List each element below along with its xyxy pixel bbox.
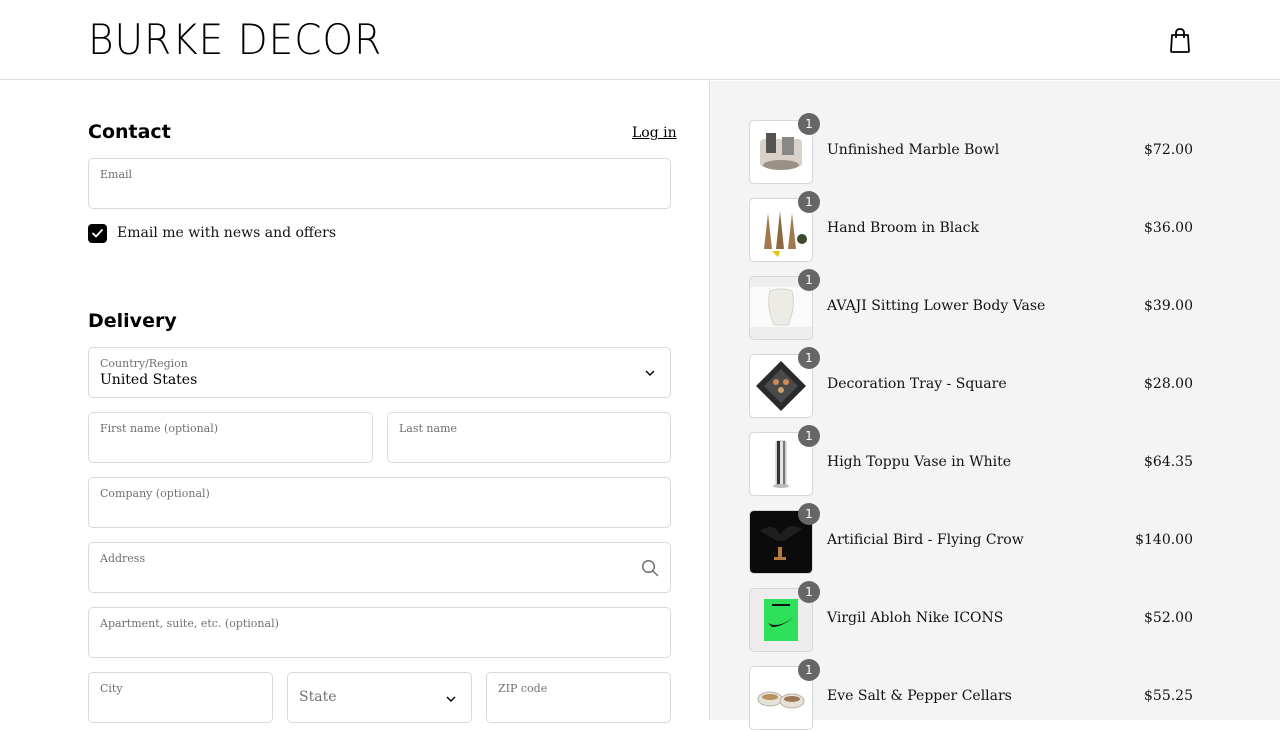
quantity-badge: 1 bbox=[798, 503, 820, 525]
item-price: $52.00 bbox=[1144, 610, 1193, 626]
item-price: $72.00 bbox=[1144, 142, 1193, 158]
list-item: 1 Eve Salt & Pepper Cellars $55.25 bbox=[749, 659, 1193, 730]
checkmark-icon bbox=[92, 229, 103, 238]
item-price: $36.00 bbox=[1144, 220, 1193, 236]
country-value: United States bbox=[100, 372, 198, 388]
item-name: Hand Broom in Black bbox=[827, 220, 979, 236]
apartment-field[interactable]: Apartment, suite, etc. (optional) bbox=[88, 607, 671, 658]
list-item: 1 High Toppu Vase in White $64.35 bbox=[749, 425, 1193, 496]
item-price: $39.00 bbox=[1144, 298, 1193, 314]
item-price: $64.35 bbox=[1144, 454, 1193, 470]
first-name-label: First name (optional) bbox=[100, 422, 219, 435]
item-price: $28.00 bbox=[1144, 376, 1193, 392]
delivery-title: Delivery bbox=[88, 310, 177, 332]
shopping-bag-icon[interactable] bbox=[1168, 26, 1192, 54]
quantity-badge: 1 bbox=[798, 113, 820, 135]
quantity-badge: 1 bbox=[798, 269, 820, 291]
state-placeholder: State bbox=[299, 689, 337, 705]
country-select[interactable]: Country/Region United States bbox=[88, 347, 671, 398]
city-label: City bbox=[100, 682, 123, 695]
item-name: Eve Salt & Pepper Cellars bbox=[827, 688, 1012, 704]
zip-label: ZIP code bbox=[498, 682, 548, 695]
brand-logo[interactable]: BURKE DECOR bbox=[88, 16, 382, 64]
address-field[interactable]: Address bbox=[88, 542, 671, 593]
checkout-form: Contact Log in Email Email me with news … bbox=[0, 81, 709, 723]
company-label: Company (optional) bbox=[100, 487, 210, 500]
quantity-badge: 1 bbox=[798, 191, 820, 213]
quantity-badge: 1 bbox=[798, 659, 820, 681]
first-name-field[interactable]: First name (optional) bbox=[88, 412, 373, 463]
item-name: AVAJI Sitting Lower Body Vase bbox=[827, 298, 1046, 314]
zip-field[interactable]: ZIP code bbox=[486, 672, 671, 723]
login-link[interactable]: Log in bbox=[632, 125, 677, 141]
item-name: High Toppu Vase in White bbox=[827, 454, 1012, 470]
list-item: 1 AVAJI Sitting Lower Body Vase $39.00 bbox=[749, 269, 1193, 340]
list-item: 1 Virgil Abloh Nike ICONS $52.00 bbox=[749, 581, 1193, 652]
chevron-down-icon bbox=[645, 370, 655, 376]
email-field[interactable]: Email bbox=[88, 158, 671, 209]
last-name-label: Last name bbox=[399, 422, 458, 435]
quantity-badge: 1 bbox=[798, 347, 820, 369]
email-label: Email bbox=[100, 168, 133, 181]
quantity-badge: 1 bbox=[798, 425, 820, 447]
quantity-badge: 1 bbox=[798, 581, 820, 603]
list-item: 1 Unfinished Marble Bowl $72.00 bbox=[749, 113, 1193, 184]
item-name: Unfinished Marble Bowl bbox=[827, 142, 1000, 158]
item-name: Virgil Abloh Nike ICONS bbox=[827, 610, 1004, 626]
address-label: Address bbox=[100, 552, 146, 565]
newsletter-checkbox[interactable] bbox=[88, 224, 107, 243]
contact-title: Contact bbox=[88, 121, 171, 143]
list-item: 1 Decoration Tray - Square $28.00 bbox=[749, 347, 1193, 418]
header: BURKE DECOR bbox=[0, 0, 1280, 80]
state-select[interactable]: State bbox=[287, 672, 472, 723]
country-label: Country/Region bbox=[100, 357, 188, 370]
city-field[interactable]: City bbox=[88, 672, 273, 723]
item-name: Artificial Bird - Flying Crow bbox=[827, 532, 1024, 548]
item-price: $140.00 bbox=[1135, 532, 1193, 548]
item-name: Decoration Tray - Square bbox=[827, 376, 1007, 392]
apartment-label: Apartment, suite, etc. (optional) bbox=[100, 617, 279, 630]
list-item: 1 Artificial Bird - Flying Crow $140.00 bbox=[749, 503, 1193, 574]
item-price: $55.25 bbox=[1144, 688, 1193, 704]
newsletter-label: Email me with news and offers bbox=[117, 225, 337, 241]
company-field[interactable]: Company (optional) bbox=[88, 477, 671, 528]
list-item: 1 Hand Broom in Black $36.00 bbox=[749, 191, 1193, 262]
last-name-field[interactable]: Last name bbox=[387, 412, 671, 463]
order-summary: 1 Unfinished Marble Bowl $72.00 1 Hand B… bbox=[709, 81, 1280, 730]
search-icon bbox=[641, 559, 659, 577]
chevron-down-icon bbox=[446, 696, 456, 702]
